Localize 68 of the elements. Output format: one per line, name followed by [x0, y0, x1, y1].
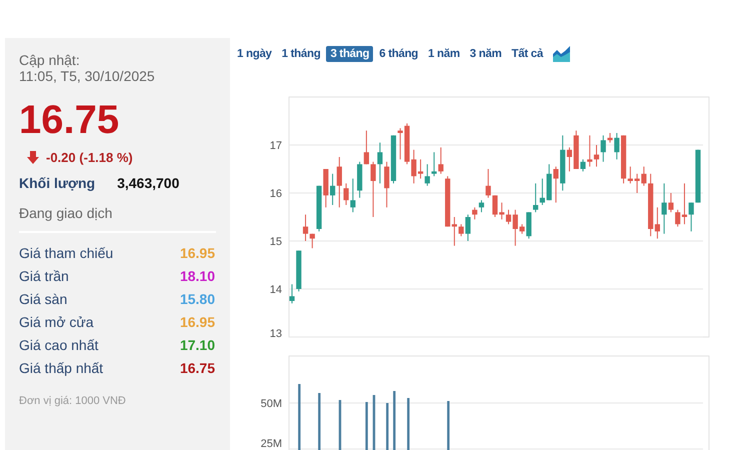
range-tab[interactable]: 1 tháng	[278, 46, 324, 62]
update-time: 11:05, T5, 30/10/2025	[19, 68, 156, 84]
candlestick	[302, 214, 308, 242]
candlestick	[478, 200, 484, 213]
candlestick	[533, 182, 538, 213]
price-axis-label: 15	[270, 236, 282, 248]
candlestick	[364, 130, 370, 165]
range-tab[interactable]: 1 năm	[424, 46, 464, 62]
price-change: -0.20 (-1.18 %)	[46, 150, 133, 165]
candlestick	[452, 216, 457, 246]
candlestick	[289, 284, 295, 304]
volume-label: Khối lượng	[19, 175, 96, 191]
update-label: Cập nhật:	[19, 52, 81, 68]
unit-note: Đơn vị giá: 1000 VNĐ	[19, 395, 127, 407]
area-chart-icon[interactable]	[552, 46, 570, 62]
candlestick	[654, 206, 660, 240]
candlestick	[336, 156, 342, 208]
price-level-label: Giá trần	[19, 268, 69, 285]
candlestick	[350, 178, 356, 213]
price-level-label: Giá mở cửa	[19, 314, 94, 331]
range-tab[interactable]: Tất cả	[508, 46, 547, 62]
candlestick	[370, 161, 376, 218]
price-level-value: 17.10	[180, 337, 215, 354]
candlestick	[614, 132, 620, 160]
volume-axis-label: 25M	[260, 438, 282, 450]
candlestick	[662, 182, 667, 234]
candlestick	[377, 142, 383, 184]
price-level-value: 16.95	[180, 314, 215, 331]
candlestick	[438, 146, 444, 174]
candlestick	[600, 134, 606, 162]
price-level-value: 16.95	[180, 245, 215, 262]
candlestick	[553, 166, 558, 204]
price-level-value: 15.80	[180, 291, 215, 308]
price-level-label: Giá cao nhất	[19, 337, 98, 354]
trading-status: Đang giao dịch	[19, 205, 114, 221]
candlestick	[688, 202, 694, 232]
candlestick	[424, 164, 430, 186]
price-level-label: Giá thấp nhất	[19, 360, 104, 377]
candlestick	[580, 158, 586, 172]
candlestick	[526, 212, 532, 240]
candlestick	[472, 206, 478, 220]
price-level-value: 16.75	[180, 360, 215, 377]
candlestick	[641, 166, 646, 186]
price-level-label: Giá tham chiếu	[19, 245, 114, 262]
range-tab[interactable]: 1 ngày	[233, 46, 276, 62]
price-axis-label: 13	[270, 328, 282, 340]
price-axis-label: 17	[270, 140, 282, 152]
price-axis-label: 16	[270, 188, 282, 200]
candlestick	[330, 173, 336, 206]
candlestick	[310, 233, 315, 249]
candlestick	[432, 152, 437, 177]
volume-axis-label: 50M	[260, 398, 282, 410]
candlestick	[486, 168, 491, 198]
range-tab[interactable]: 3 năm	[466, 46, 506, 62]
last-price: 16.75	[19, 98, 120, 142]
candlestick	[458, 224, 464, 237]
candlestick	[465, 214, 471, 242]
price-axis-label: 14	[270, 284, 282, 296]
candlestick	[668, 192, 674, 213]
volume-value: 3,463,700	[117, 175, 180, 191]
range-tab[interactable]: 3 tháng	[326, 46, 374, 62]
candlestick	[384, 161, 390, 208]
price-level-value: 18.10	[180, 268, 215, 285]
price-level-label: Giá sàn	[19, 291, 68, 308]
candlestick	[587, 134, 592, 168]
range-tab[interactable]: 6 tháng	[375, 46, 422, 62]
candlestick	[344, 182, 349, 206]
candlestick	[594, 144, 600, 168]
